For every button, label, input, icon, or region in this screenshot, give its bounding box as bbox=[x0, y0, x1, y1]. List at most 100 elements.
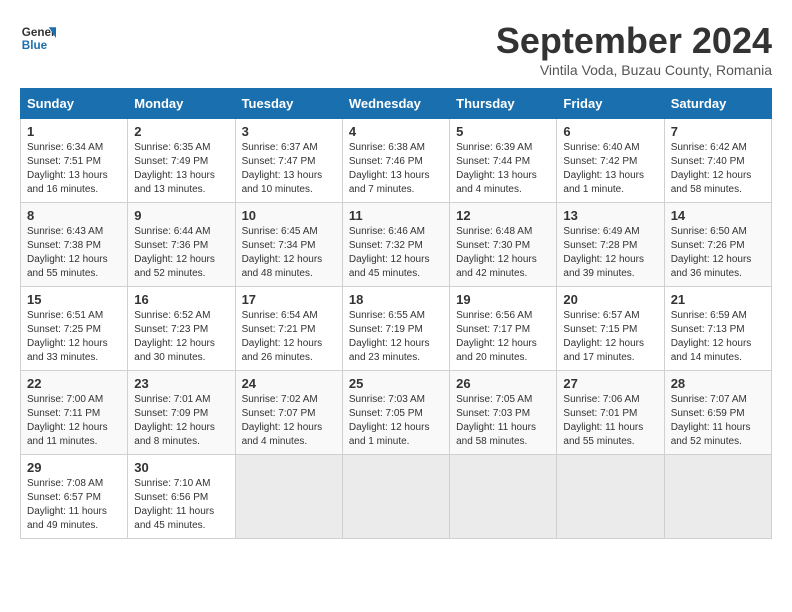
weekday-header-tuesday: Tuesday bbox=[235, 89, 342, 119]
day-number: 14 bbox=[671, 208, 765, 223]
weekday-header-saturday: Saturday bbox=[664, 89, 771, 119]
day-info: Sunrise: 6:56 AM Sunset: 7:17 PM Dayligh… bbox=[456, 309, 550, 365]
calendar-day-cell: 7 Sunrise: 6:42 AM Sunset: 7:40 PM Daylig… bbox=[664, 119, 771, 203]
day-number: 20 bbox=[563, 292, 657, 307]
day-info: Sunrise: 6:34 AM Sunset: 7:51 PM Dayligh… bbox=[27, 141, 121, 197]
day-info: Sunrise: 6:59 AM Sunset: 7:13 PM Dayligh… bbox=[671, 309, 765, 365]
day-number: 12 bbox=[456, 208, 550, 223]
title-block: September 2024 Vintila Voda, Buzau Count… bbox=[496, 20, 772, 78]
day-info: Sunrise: 7:07 AM Sunset: 6:59 PM Dayligh… bbox=[671, 393, 765, 449]
day-info: Sunrise: 6:51 AM Sunset: 7:25 PM Dayligh… bbox=[27, 309, 121, 365]
calendar-day-cell: 11 Sunrise: 6:46 AM Sunset: 7:32 PM Dayli… bbox=[342, 203, 449, 287]
calendar-week-row: 1 Sunrise: 6:34 AM Sunset: 7:51 PM Daylig… bbox=[21, 119, 772, 203]
day-info: Sunrise: 7:00 AM Sunset: 7:11 PM Dayligh… bbox=[27, 393, 121, 449]
day-number: 15 bbox=[27, 292, 121, 307]
calendar-day-cell: 3 Sunrise: 6:37 AM Sunset: 7:47 PM Daylig… bbox=[235, 119, 342, 203]
day-number: 2 bbox=[134, 124, 228, 139]
day-number: 29 bbox=[27, 460, 121, 475]
calendar-day-cell: 4 Sunrise: 6:38 AM Sunset: 7:46 PM Daylig… bbox=[342, 119, 449, 203]
calendar-day-cell: 25 Sunrise: 7:03 AM Sunset: 7:05 PM Dayli… bbox=[342, 371, 449, 455]
day-info: Sunrise: 6:49 AM Sunset: 7:28 PM Dayligh… bbox=[563, 225, 657, 281]
calendar-header-row: SundayMondayTuesdayWednesdayThursdayFrid… bbox=[21, 89, 772, 119]
calendar-day-cell: 6 Sunrise: 6:40 AM Sunset: 7:42 PM Daylig… bbox=[557, 119, 664, 203]
day-number: 19 bbox=[456, 292, 550, 307]
day-number: 10 bbox=[242, 208, 336, 223]
calendar-day-cell: 21 Sunrise: 6:59 AM Sunset: 7:13 PM Dayli… bbox=[664, 287, 771, 371]
day-number: 5 bbox=[456, 124, 550, 139]
day-number: 4 bbox=[349, 124, 443, 139]
calendar-day-cell: 15 Sunrise: 6:51 AM Sunset: 7:25 PM Dayli… bbox=[21, 287, 128, 371]
day-number: 30 bbox=[134, 460, 228, 475]
calendar-week-row: 22 Sunrise: 7:00 AM Sunset: 7:11 PM Dayli… bbox=[21, 371, 772, 455]
day-number: 1 bbox=[27, 124, 121, 139]
day-number: 23 bbox=[134, 376, 228, 391]
day-number: 26 bbox=[456, 376, 550, 391]
day-info: Sunrise: 6:42 AM Sunset: 7:40 PM Dayligh… bbox=[671, 141, 765, 197]
weekday-header-thursday: Thursday bbox=[450, 89, 557, 119]
calendar-day-cell: 2 Sunrise: 6:35 AM Sunset: 7:49 PM Daylig… bbox=[128, 119, 235, 203]
day-info: Sunrise: 7:01 AM Sunset: 7:09 PM Dayligh… bbox=[134, 393, 228, 449]
day-info: Sunrise: 7:03 AM Sunset: 7:05 PM Dayligh… bbox=[349, 393, 443, 449]
day-info: Sunrise: 6:57 AM Sunset: 7:15 PM Dayligh… bbox=[563, 309, 657, 365]
calendar-day-cell bbox=[664, 455, 771, 539]
day-number: 28 bbox=[671, 376, 765, 391]
calendar-day-cell: 28 Sunrise: 7:07 AM Sunset: 6:59 PM Dayli… bbox=[664, 371, 771, 455]
day-number: 3 bbox=[242, 124, 336, 139]
day-info: Sunrise: 6:40 AM Sunset: 7:42 PM Dayligh… bbox=[563, 141, 657, 197]
logo: General Blue bbox=[20, 20, 56, 56]
day-number: 21 bbox=[671, 292, 765, 307]
day-number: 8 bbox=[27, 208, 121, 223]
day-info: Sunrise: 7:02 AM Sunset: 7:07 PM Dayligh… bbox=[242, 393, 336, 449]
calendar-day-cell bbox=[235, 455, 342, 539]
day-info: Sunrise: 6:46 AM Sunset: 7:32 PM Dayligh… bbox=[349, 225, 443, 281]
calendar-day-cell: 22 Sunrise: 7:00 AM Sunset: 7:11 PM Dayli… bbox=[21, 371, 128, 455]
calendar-day-cell: 9Sunrise: 6:44 AM Sunset: 7:36 PM Daylig… bbox=[128, 203, 235, 287]
page-header: General Blue September 2024 Vintila Voda… bbox=[20, 20, 772, 78]
day-info: Sunrise: 7:08 AM Sunset: 6:57 PM Dayligh… bbox=[27, 477, 121, 533]
day-number: 24 bbox=[242, 376, 336, 391]
calendar-day-cell: 13 Sunrise: 6:49 AM Sunset: 7:28 PM Dayli… bbox=[557, 203, 664, 287]
calendar-table: SundayMondayTuesdayWednesdayThursdayFrid… bbox=[20, 88, 772, 539]
day-info: Sunrise: 6:45 AM Sunset: 7:34 PM Dayligh… bbox=[242, 225, 336, 281]
day-info: Sunrise: 6:37 AM Sunset: 7:47 PM Dayligh… bbox=[242, 141, 336, 197]
weekday-header-monday: Monday bbox=[128, 89, 235, 119]
calendar-day-cell: 30 Sunrise: 7:10 AM Sunset: 6:56 PM Dayli… bbox=[128, 455, 235, 539]
day-info: Sunrise: 6:35 AM Sunset: 7:49 PM Dayligh… bbox=[134, 141, 228, 197]
calendar-day-cell: 26Sunrise: 7:05 AM Sunset: 7:03 PM Dayli… bbox=[450, 371, 557, 455]
calendar-week-row: 29 Sunrise: 7:08 AM Sunset: 6:57 PM Dayli… bbox=[21, 455, 772, 539]
day-number: 27 bbox=[563, 376, 657, 391]
day-number: 22 bbox=[27, 376, 121, 391]
calendar-day-cell: 1 Sunrise: 6:34 AM Sunset: 7:51 PM Daylig… bbox=[21, 119, 128, 203]
day-number: 17 bbox=[242, 292, 336, 307]
day-number: 11 bbox=[349, 208, 443, 223]
calendar-day-cell bbox=[342, 455, 449, 539]
day-info: Sunrise: 6:52 AM Sunset: 7:23 PM Dayligh… bbox=[134, 309, 228, 365]
weekday-header-sunday: Sunday bbox=[21, 89, 128, 119]
calendar-day-cell: 12 Sunrise: 6:48 AM Sunset: 7:30 PM Dayli… bbox=[450, 203, 557, 287]
day-info: Sunrise: 7:10 AM Sunset: 6:56 PM Dayligh… bbox=[134, 477, 228, 533]
day-info: Sunrise: 6:48 AM Sunset: 7:30 PM Dayligh… bbox=[456, 225, 550, 281]
day-info: Sunrise: 6:44 AM Sunset: 7:36 PM Dayligh… bbox=[134, 225, 228, 281]
day-info: Sunrise: 6:39 AM Sunset: 7:44 PM Dayligh… bbox=[456, 141, 550, 197]
day-info: Sunrise: 6:38 AM Sunset: 7:46 PM Dayligh… bbox=[349, 141, 443, 197]
calendar-day-cell: 18 Sunrise: 6:55 AM Sunset: 7:19 PM Dayli… bbox=[342, 287, 449, 371]
calendar-day-cell: 5 Sunrise: 6:39 AM Sunset: 7:44 PM Daylig… bbox=[450, 119, 557, 203]
day-info: Sunrise: 6:54 AM Sunset: 7:21 PM Dayligh… bbox=[242, 309, 336, 365]
weekday-header-friday: Friday bbox=[557, 89, 664, 119]
day-number: 16 bbox=[134, 292, 228, 307]
month-title: September 2024 bbox=[496, 20, 772, 62]
location-subtitle: Vintila Voda, Buzau County, Romania bbox=[496, 62, 772, 78]
day-info: Sunrise: 6:43 AM Sunset: 7:38 PM Dayligh… bbox=[27, 225, 121, 281]
day-number: 6 bbox=[563, 124, 657, 139]
day-info: Sunrise: 6:55 AM Sunset: 7:19 PM Dayligh… bbox=[349, 309, 443, 365]
calendar-day-cell: 24 Sunrise: 7:02 AM Sunset: 7:07 PM Dayli… bbox=[235, 371, 342, 455]
day-number: 25 bbox=[349, 376, 443, 391]
day-number: 18 bbox=[349, 292, 443, 307]
calendar-day-cell: 10 Sunrise: 6:45 AM Sunset: 7:34 PM Dayli… bbox=[235, 203, 342, 287]
calendar-day-cell: 27Sunrise: 7:06 AM Sunset: 7:01 PM Dayli… bbox=[557, 371, 664, 455]
calendar-day-cell: 8 Sunrise: 6:43 AM Sunset: 7:38 PM Daylig… bbox=[21, 203, 128, 287]
calendar-day-cell bbox=[557, 455, 664, 539]
day-number: 13 bbox=[563, 208, 657, 223]
day-number: 7 bbox=[671, 124, 765, 139]
logo-icon: General Blue bbox=[20, 20, 56, 56]
